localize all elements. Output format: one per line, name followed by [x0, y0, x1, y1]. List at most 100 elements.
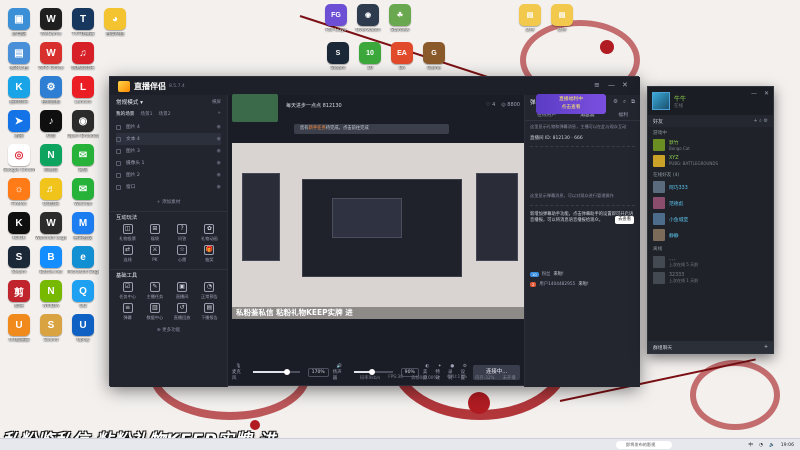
friend-item[interactable]: 默竹 Bongo Cat [648, 137, 773, 153]
desktop-icon[interactable]: ♫ 网易云音乐 [67, 42, 99, 71]
friend-item[interactable]: 小鱼城堡 [648, 211, 773, 227]
checkbox[interactable] [116, 184, 121, 190]
clock[interactable]: 19:06 [781, 443, 794, 448]
speaker-control[interactable]: 🔊 扬声器 [333, 364, 346, 381]
stream-cover[interactable] [232, 94, 278, 122]
desktop-icon[interactable]: ◉ Open Broadcaster [67, 110, 99, 139]
search-icon[interactable]: ⌕ [623, 99, 626, 106]
tool-button[interactable]: ◔ 正常预告 [196, 282, 223, 300]
desktop-icon[interactable]: B Battle.net [35, 246, 67, 275]
language-indicator[interactable]: 中 [748, 442, 753, 448]
checkbox[interactable] [116, 136, 121, 142]
desktop-icon[interactable]: ☘ Stardew [384, 4, 416, 33]
eye-icon[interactable]: ◉ [217, 136, 221, 142]
desktop-icon[interactable]: ▣ 此电脑 [3, 8, 35, 37]
minimize-icon[interactable]: — [751, 90, 757, 97]
popout-icon[interactable]: ⧉ [631, 99, 635, 106]
taskbar-search[interactable]: 即将发布的影视 [616, 441, 672, 449]
offline-group[interactable]: 离线 [648, 243, 773, 253]
task-notice[interactable]: 您有新手任务待完成，点击前往完成 [294, 124, 449, 134]
checkbox[interactable] [116, 160, 121, 166]
desktop-icon[interactable]: U UU加速器 [3, 314, 35, 343]
desktop-icon[interactable]: W Warcraft Logs [35, 212, 67, 241]
desktop-icon[interactable]: ▤ 文件 [546, 4, 578, 33]
desktop-icon[interactable]: ◕ 百度网盘 [99, 8, 131, 37]
add-source-button[interactable]: + 添加素材 [110, 199, 227, 205]
friend-item[interactable]: 范德彪 [648, 195, 773, 211]
desktop-icon[interactable]: U Uplay [67, 314, 99, 343]
online-group[interactable]: 在线好友 (4) [648, 169, 773, 179]
desktop-icon[interactable]: N 网易云 [35, 144, 67, 173]
stream-title[interactable]: 每天进步一点点 812130 [286, 102, 342, 109]
desktop-icon[interactable]: ▤ 文件 [514, 4, 546, 33]
desktop-icon[interactable]: L Lenovo [67, 76, 99, 105]
friend-item[interactable]: 静静 [648, 227, 773, 243]
tool-button[interactable]: ◫ 礼物投票 [114, 224, 141, 242]
tool-button[interactable]: ? 问答 [169, 224, 196, 242]
tool-button[interactable]: ▤ 下播报告 [196, 303, 223, 321]
desktop-icon[interactable]: ☼ Firefox [3, 178, 35, 207]
tool-button[interactable]: ⊞ 福袋 [141, 224, 168, 242]
checkbox[interactable] [116, 148, 121, 154]
eye-icon[interactable]: ◉ [217, 184, 221, 190]
wifi-icon[interactable]: ◔ [759, 443, 763, 448]
source-item[interactable]: 窗口 ◉ [116, 181, 221, 193]
search-icon[interactable]: ⌕ [759, 118, 762, 124]
tool-button[interactable]: ▣ 直播间 [169, 282, 196, 300]
source-item[interactable]: 图片 2 ◉ [116, 169, 221, 181]
desktop-icon[interactable]: ✉ WeChat [67, 178, 99, 207]
desktop-icon[interactable]: e Microsoft Edge [67, 246, 99, 275]
desktop-icon[interactable]: 剪剪映 [3, 280, 35, 309]
volume-icon[interactable]: 🔈 [769, 443, 775, 448]
minimize-icon[interactable]: — [608, 81, 615, 89]
tool-button[interactable]: ✎ 主播任务 [141, 282, 168, 300]
tool-button[interactable]: ☆ 心愿 [169, 245, 196, 263]
group-chat-bar[interactable]: 群组聊天 + [648, 341, 773, 353]
close-icon[interactable]: ✕ [764, 90, 769, 97]
desktop-icon[interactable]: ◎ Google Chrome [3, 144, 35, 173]
orientation-toggle[interactable]: 横屏 [212, 99, 221, 105]
desktop-icon[interactable]: S Steam [322, 42, 354, 71]
tab-my-scenes[interactable]: 我的场景 [116, 111, 134, 117]
friend-item[interactable]: 32333 上次在线 1 天前 [648, 270, 773, 286]
desktop-icon[interactable]: ♪ 抖音 [35, 110, 67, 139]
desktop-icon[interactable]: K 酷狗音乐 [3, 76, 35, 105]
friend-item[interactable]: 阿巧333 [648, 179, 773, 195]
tab-scene-1[interactable]: 场景1 [140, 111, 152, 117]
source-item[interactable]: 图片 3 ◉ [116, 145, 221, 157]
mode-selector[interactable]: 常规模式 ▾ [116, 98, 143, 106]
desktop-icon[interactable]: ➤ 迅雷 [3, 110, 35, 139]
desktop-icon[interactable]: EA EA [386, 42, 418, 71]
close-icon[interactable]: ✕ [622, 81, 628, 89]
desktop-icon[interactable]: S Steam [3, 246, 35, 275]
checkbox[interactable] [116, 172, 121, 178]
tool-button[interactable]: 🎁 抽奖 [196, 245, 223, 263]
speaker-volume-slider[interactable] [353, 369, 393, 375]
desktop-icon[interactable]: W WeGame [35, 8, 67, 37]
in-game-group[interactable]: 游戏中 [648, 127, 773, 137]
eye-icon[interactable]: ◉ [217, 172, 221, 178]
eye-icon[interactable]: ◉ [217, 148, 221, 154]
desktop-icon[interactable]: ✉ 微信 [67, 144, 99, 173]
more-features-button[interactable]: ⊕ 更多功能 [110, 327, 227, 333]
promo-banner[interactable]: 直播福利中 点击查看 [536, 94, 606, 114]
tab-scene-2[interactable]: 场景2 [159, 111, 171, 117]
source-item[interactable]: 摄像头 1 ◉ [116, 157, 221, 169]
eye-icon[interactable]: ◉ [217, 124, 221, 130]
mic-volume-value[interactable]: 170% [307, 367, 329, 377]
desktop-icon[interactable]: M 腾讯会议 [67, 212, 99, 241]
desktop-icon[interactable]: 10 10 [354, 42, 386, 71]
tool-button[interactable]: ↺ 直播回放 [169, 303, 196, 321]
desktop-icon[interactable]: FG Fall Guys [320, 4, 352, 33]
add-scene-icon[interactable]: + [217, 111, 221, 117]
menu-icon[interactable]: ≡ [594, 81, 600, 89]
add-icon[interactable]: + [764, 345, 768, 350]
source-item[interactable]: 图片 4 ◉ [116, 121, 221, 133]
add-friend-icon[interactable]: + [753, 118, 757, 124]
tool-button[interactable]: ≡ 弹幕 [114, 303, 141, 321]
desktop-icon[interactable]: ▤ 我的文档 [3, 42, 35, 71]
friend-item[interactable]: 、、、 上次在线 5 天前 [648, 253, 773, 270]
stream-preview[interactable]: 私粉鉴私信 粘粉礼物KEEP实牌 进 [232, 143, 524, 319]
desktop-icon[interactable]: N NVIDIA [35, 280, 67, 309]
eye-icon[interactable]: ◉ [217, 160, 221, 166]
